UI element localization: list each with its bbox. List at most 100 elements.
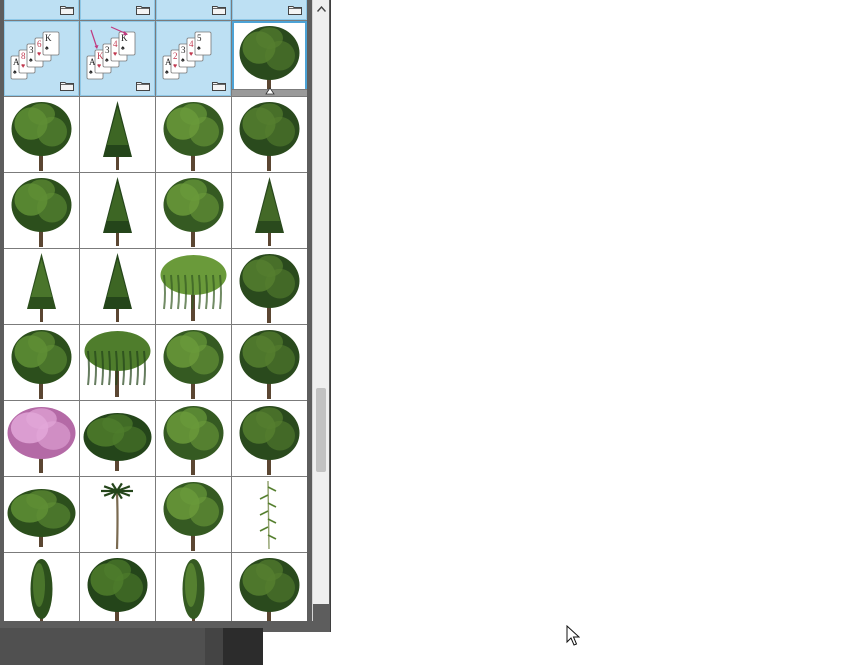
svg-text:3: 3: [29, 45, 34, 55]
tree-thumbnail-tile[interactable]: [80, 325, 155, 400]
pine-icon: [103, 101, 132, 170]
svg-text:♥: ♥: [189, 51, 193, 58]
pine-icon: [255, 177, 284, 246]
tree-thumbnail-tile[interactable]: [4, 97, 79, 172]
tree-thumbnail-tile[interactable]: [4, 173, 79, 248]
tree-icon: [163, 178, 224, 247]
folder-thumbnail-tile[interactable]: A ♠ 2 ♥ 3 ♠ 4 ♥ 5 ♠: [156, 21, 231, 96]
tree-thumbnail-tile[interactable]: [232, 173, 307, 248]
tree-icon: [163, 330, 224, 399]
vertical-scrollbar[interactable]: [312, 0, 329, 621]
bamboo-icon: [259, 480, 277, 550]
tree-thumbnail-tile[interactable]: [80, 97, 155, 172]
thumbnail-grid: A ♠ 8 ♥ 3 ♠ 6 ♥ K ♠ A ♠ K ♥ 3 ♠ 4 ♥ K ♠ A ♠ 2 ♥ 3 ♠ 4 ♥ 5 ♠: [4, 0, 307, 621]
svg-text:♠: ♠: [165, 69, 169, 76]
bush-icon: [7, 489, 76, 547]
tree-thumbnail-tile[interactable]: [80, 401, 155, 476]
svg-text:♠: ♠: [105, 57, 109, 64]
tree-thumbnail-tile[interactable]: [4, 401, 79, 476]
tree-thumbnail-tile[interactable]: [4, 553, 79, 621]
folder-thumbnail-tile[interactable]: A ♠ K ♥ 3 ♠ 4 ♥ K ♠: [80, 21, 155, 96]
scroll-thumb[interactable]: [316, 388, 326, 472]
folder-thumbnail-tile[interactable]: A ♠ 8 ♥ 3 ♠ 6 ♥ K ♠: [4, 21, 79, 96]
folder-icon: [212, 6, 226, 15]
svg-text:♠: ♠: [29, 57, 33, 64]
tree-thumbnail-tile[interactable]: [156, 325, 231, 400]
svg-text:K: K: [45, 33, 52, 43]
tree-icon: [163, 482, 224, 551]
svg-text:♥: ♥: [113, 51, 117, 58]
tree-thumbnail-tile[interactable]: [4, 249, 79, 324]
tree-thumbnail-tile[interactable]: [156, 249, 231, 324]
screen: A ♠ 8 ♥ 3 ♠ 6 ♥ K ♠ A ♠ K ♥ 3 ♠ 4 ♥ K ♠ A ♠ 2 ♥ 3 ♠ 4 ♥ 5 ♠: [0, 0, 851, 665]
folder-icon: [136, 82, 150, 91]
svg-text:6: 6: [37, 39, 42, 49]
tree-thumbnail-tile[interactable]: [156, 553, 231, 621]
caret-up-icon: [264, 87, 275, 95]
tree-thumbnail-tile[interactable]: [232, 553, 307, 621]
tree-thumbnail-tile[interactable]: [80, 553, 155, 621]
folder-icon: [60, 6, 74, 15]
tree-thumbnail-tile[interactable]: [232, 325, 307, 400]
folder-icon: [212, 82, 226, 91]
cypress-icon: [30, 559, 53, 621]
scroll-down-button[interactable]: [313, 604, 329, 621]
tree-thumbnail-tile[interactable]: [232, 477, 307, 552]
tree-icon: [163, 102, 224, 171]
svg-text:♠: ♠: [13, 69, 17, 76]
svg-text:3: 3: [181, 45, 186, 55]
scroll-up-button[interactable]: [313, 0, 329, 17]
tree-thumbnail-tile[interactable]: [156, 173, 231, 248]
cypress-icon: [182, 559, 205, 621]
tree-thumbnail-tile[interactable]: [156, 477, 231, 552]
svg-text:4: 4: [113, 39, 118, 49]
pine-icon: [103, 253, 132, 322]
willow-icon: [84, 331, 151, 397]
tree-thumbnail-tile[interactable]: [232, 97, 307, 172]
tree-icon: [11, 102, 72, 171]
tree-icon: [239, 406, 300, 475]
pine-icon: [27, 253, 56, 322]
folder-thumbnail-tile[interactable]: [232, 0, 307, 20]
thumbnail-grid-viewport[interactable]: A ♠ 8 ♥ 3 ♠ 6 ♥ K ♠ A ♠ K ♥ 3 ♠ 4 ♥ K ♠ A ♠ 2 ♥ 3 ♠ 4 ♥ 5 ♠: [4, 0, 307, 621]
asset-picker-panel: A ♠ 8 ♥ 3 ♠ 6 ♥ K ♠ A ♠ K ♥ 3 ♠ 4 ♥ K ♠ A ♠ 2 ♥ 3 ♠ 4 ♥ 5 ♠: [0, 0, 331, 632]
svg-text:♥: ♥: [21, 63, 25, 70]
folder-thumbnail-tile[interactable]: [4, 0, 79, 20]
tree-icon: [239, 102, 300, 171]
svg-text:♠: ♠: [89, 69, 93, 76]
svg-text:2: 2: [173, 51, 178, 61]
tree-thumbnail-tile[interactable]: [80, 173, 155, 248]
tree-icon: [11, 178, 72, 247]
palm-icon: [101, 482, 133, 550]
folder-thumbnail-tile[interactable]: [80, 0, 155, 20]
tree-thumbnail-tile[interactable]: [156, 401, 231, 476]
folder-thumbnail-tile[interactable]: [156, 0, 231, 20]
tree-thumbnail-tile[interactable]: [4, 325, 79, 400]
tree-thumbnail-tile[interactable]: [232, 401, 307, 476]
folder-icon: [60, 82, 74, 91]
bush-icon: [83, 413, 152, 471]
selection-indicator: [232, 87, 307, 96]
tree-thumbnail-tile[interactable]: [80, 477, 155, 552]
svg-text:♠: ♠: [45, 45, 49, 52]
tree-thumbnail-tile[interactable]: [4, 477, 79, 552]
tree-thumbnail-tile[interactable]: [80, 249, 155, 324]
tree-thumbnail-tile[interactable]: [232, 249, 307, 324]
mouse-pointer-icon: [566, 625, 580, 646]
bottom-toolbar: [0, 628, 263, 665]
tree-icon: [163, 406, 224, 475]
svg-text:♥: ♥: [37, 51, 41, 58]
toolbar-segment: [205, 628, 223, 665]
tree-icon: [239, 558, 300, 621]
tree-icon: [87, 558, 148, 621]
svg-text:♠: ♠: [197, 45, 201, 52]
svg-text:♥: ♥: [173, 63, 177, 70]
svg-text:♠: ♠: [121, 45, 125, 52]
folder-icon: [136, 6, 150, 15]
toolbar-segment: [0, 628, 205, 665]
tree-icon: [239, 254, 300, 323]
chevron-up-icon: [316, 5, 326, 12]
svg-text:8: 8: [21, 51, 26, 61]
tree-thumbnail-tile[interactable]: [156, 97, 231, 172]
tree-thumbnail-tile[interactable]: [232, 21, 307, 96]
